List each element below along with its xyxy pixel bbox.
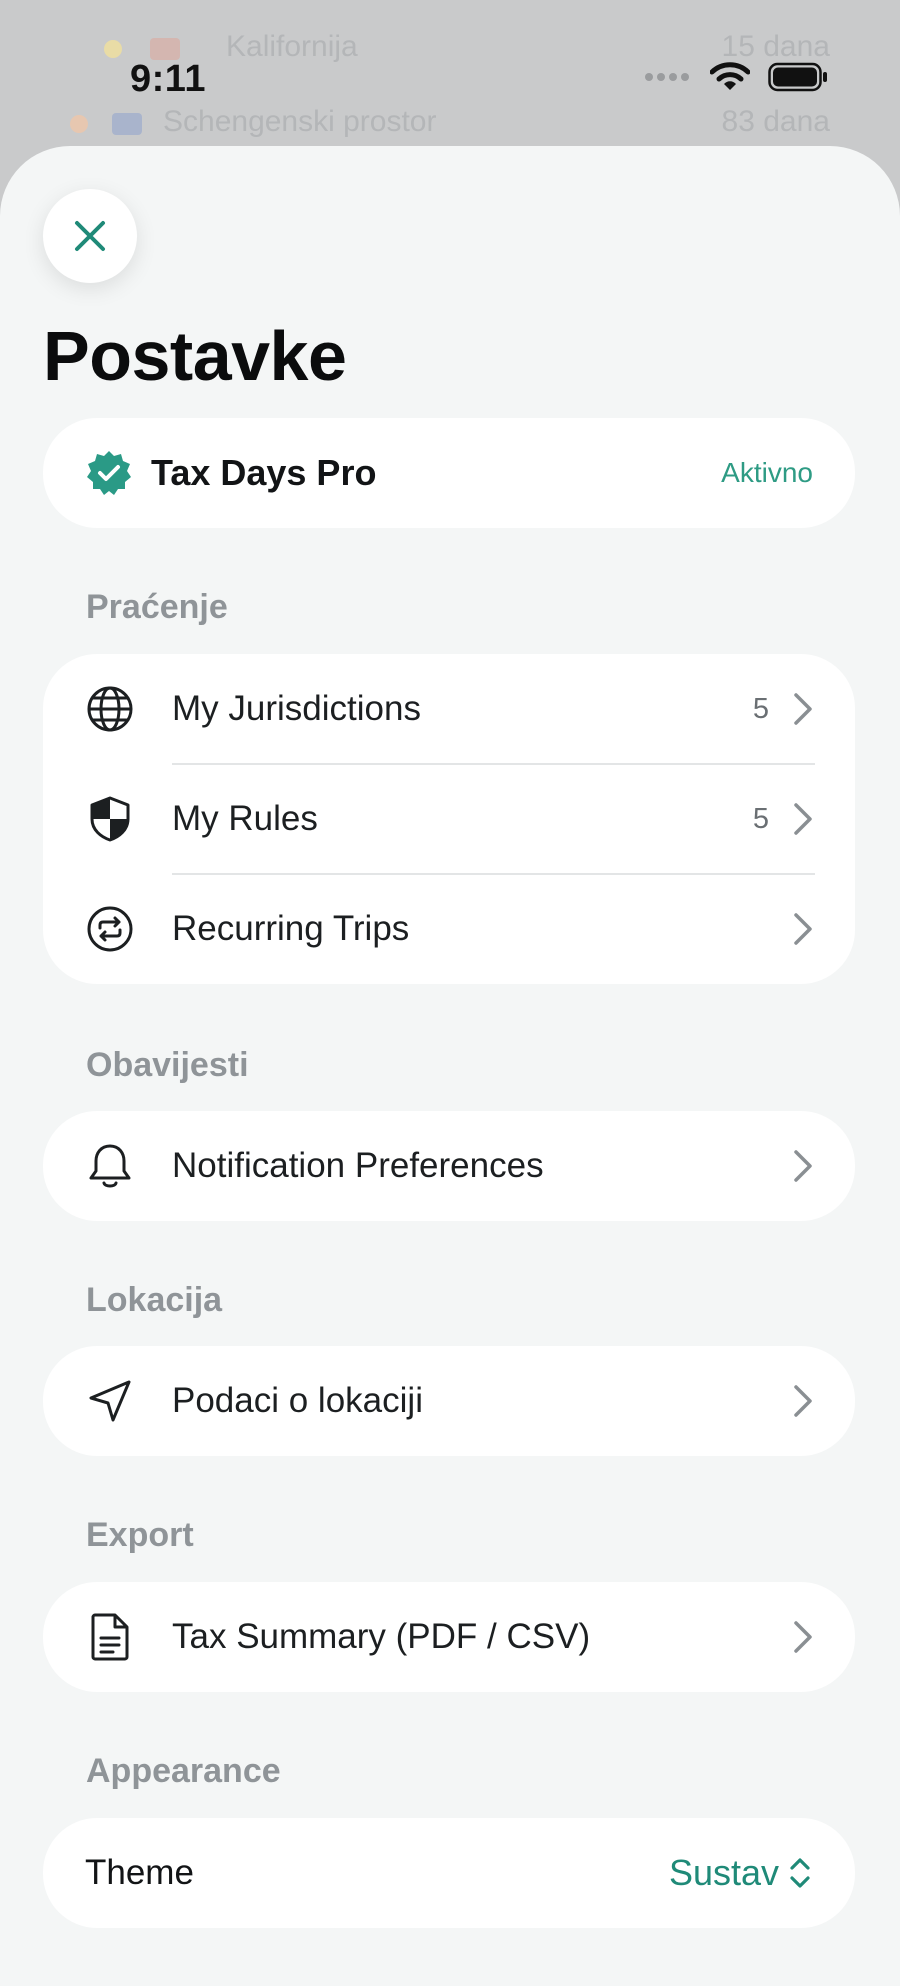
theme-value[interactable]: Sustav	[669, 1852, 779, 1894]
chevron-right-icon	[794, 803, 812, 835]
globe-icon	[85, 684, 135, 734]
settings-row-count: 5	[752, 692, 769, 725]
background-row-value: 83 dana	[721, 105, 830, 138]
background-row-value: 15 dana	[721, 30, 830, 63]
settings-row-label: My Jurisdictions	[172, 689, 421, 728]
settings-row-label: Tax Summary (PDF / CSV)	[172, 1617, 591, 1656]
settings-sheet: Postavke Tax Days Pro Aktivno Praćenje M…	[0, 146, 900, 1986]
battery-icon	[768, 62, 827, 92]
notifications-card: Notification Preferences	[43, 1111, 855, 1221]
settings-row-label: Recurring Trips	[172, 909, 410, 948]
verified-badge-icon	[87, 451, 131, 495]
pro-status-label: Aktivno	[721, 457, 813, 488]
pro-subscription-card[interactable]: Tax Days Pro Aktivno	[43, 418, 855, 528]
shield-icon	[85, 794, 135, 844]
chevron-right-icon	[794, 913, 812, 945]
theme-label: Theme	[85, 1853, 194, 1892]
page-title: Postavke	[43, 317, 347, 395]
background-row-label: Kalifornija	[226, 30, 358, 63]
background-status-dot	[70, 115, 88, 133]
section-label-export: Export	[86, 1516, 194, 1554]
chevron-right-icon	[794, 1621, 812, 1653]
settings-row-tax-summary[interactable]: Tax Summary (PDF / CSV)	[43, 1582, 855, 1692]
close-icon	[75, 221, 105, 251]
background-row-label: Schengenski prostor	[163, 105, 437, 138]
appearance-card: Theme Sustav	[43, 1818, 855, 1928]
settings-row-label: Notification Preferences	[172, 1146, 544, 1185]
settings-row-notification-preferences[interactable]: Notification Preferences	[43, 1111, 855, 1221]
theme-picker-row[interactable]: Theme Sustav	[43, 1818, 855, 1928]
pro-plan-name: Tax Days Pro	[151, 452, 377, 493]
section-label-location: Lokacija	[86, 1281, 223, 1319]
bell-icon	[85, 1141, 135, 1191]
document-icon	[85, 1612, 135, 1662]
section-label-appearance: Appearance	[86, 1752, 281, 1790]
tracking-card: My Jurisdictions 5 My Rules 5 Recurring …	[43, 654, 855, 984]
repeat-icon	[85, 904, 135, 954]
background-flag-icon	[112, 113, 142, 135]
settings-row-label: Podaci o lokaciji	[172, 1381, 423, 1420]
settings-row-rules[interactable]: My Rules 5	[43, 764, 855, 874]
wifi-icon	[710, 62, 750, 90]
section-label-notifications: Obavijesti	[86, 1046, 249, 1084]
settings-row-label: My Rules	[172, 799, 318, 838]
settings-row-count: 5	[752, 802, 769, 835]
chevron-up-down-icon	[790, 1858, 810, 1888]
chevron-right-icon	[794, 1150, 812, 1182]
chevron-right-icon	[794, 1385, 812, 1417]
settings-row-jurisdictions[interactable]: My Jurisdictions 5	[43, 654, 855, 764]
background-flag-icon	[150, 38, 180, 60]
background-status-dot	[104, 40, 122, 58]
settings-row-location-data[interactable]: Podaci o lokaciji	[43, 1346, 855, 1456]
location-arrow-icon	[85, 1376, 135, 1426]
location-card: Podaci o lokaciji	[43, 1346, 855, 1456]
status-bar-time: 9:11	[130, 58, 206, 100]
close-button[interactable]	[43, 189, 137, 283]
status-bar-icons	[644, 62, 828, 92]
cellular-signal-icon	[645, 73, 689, 81]
export-card: Tax Summary (PDF / CSV)	[43, 1582, 855, 1692]
chevron-right-icon	[794, 693, 812, 725]
settings-row-recurring-trips[interactable]: Recurring Trips	[43, 874, 855, 984]
section-label-tracking: Praćenje	[86, 588, 228, 626]
